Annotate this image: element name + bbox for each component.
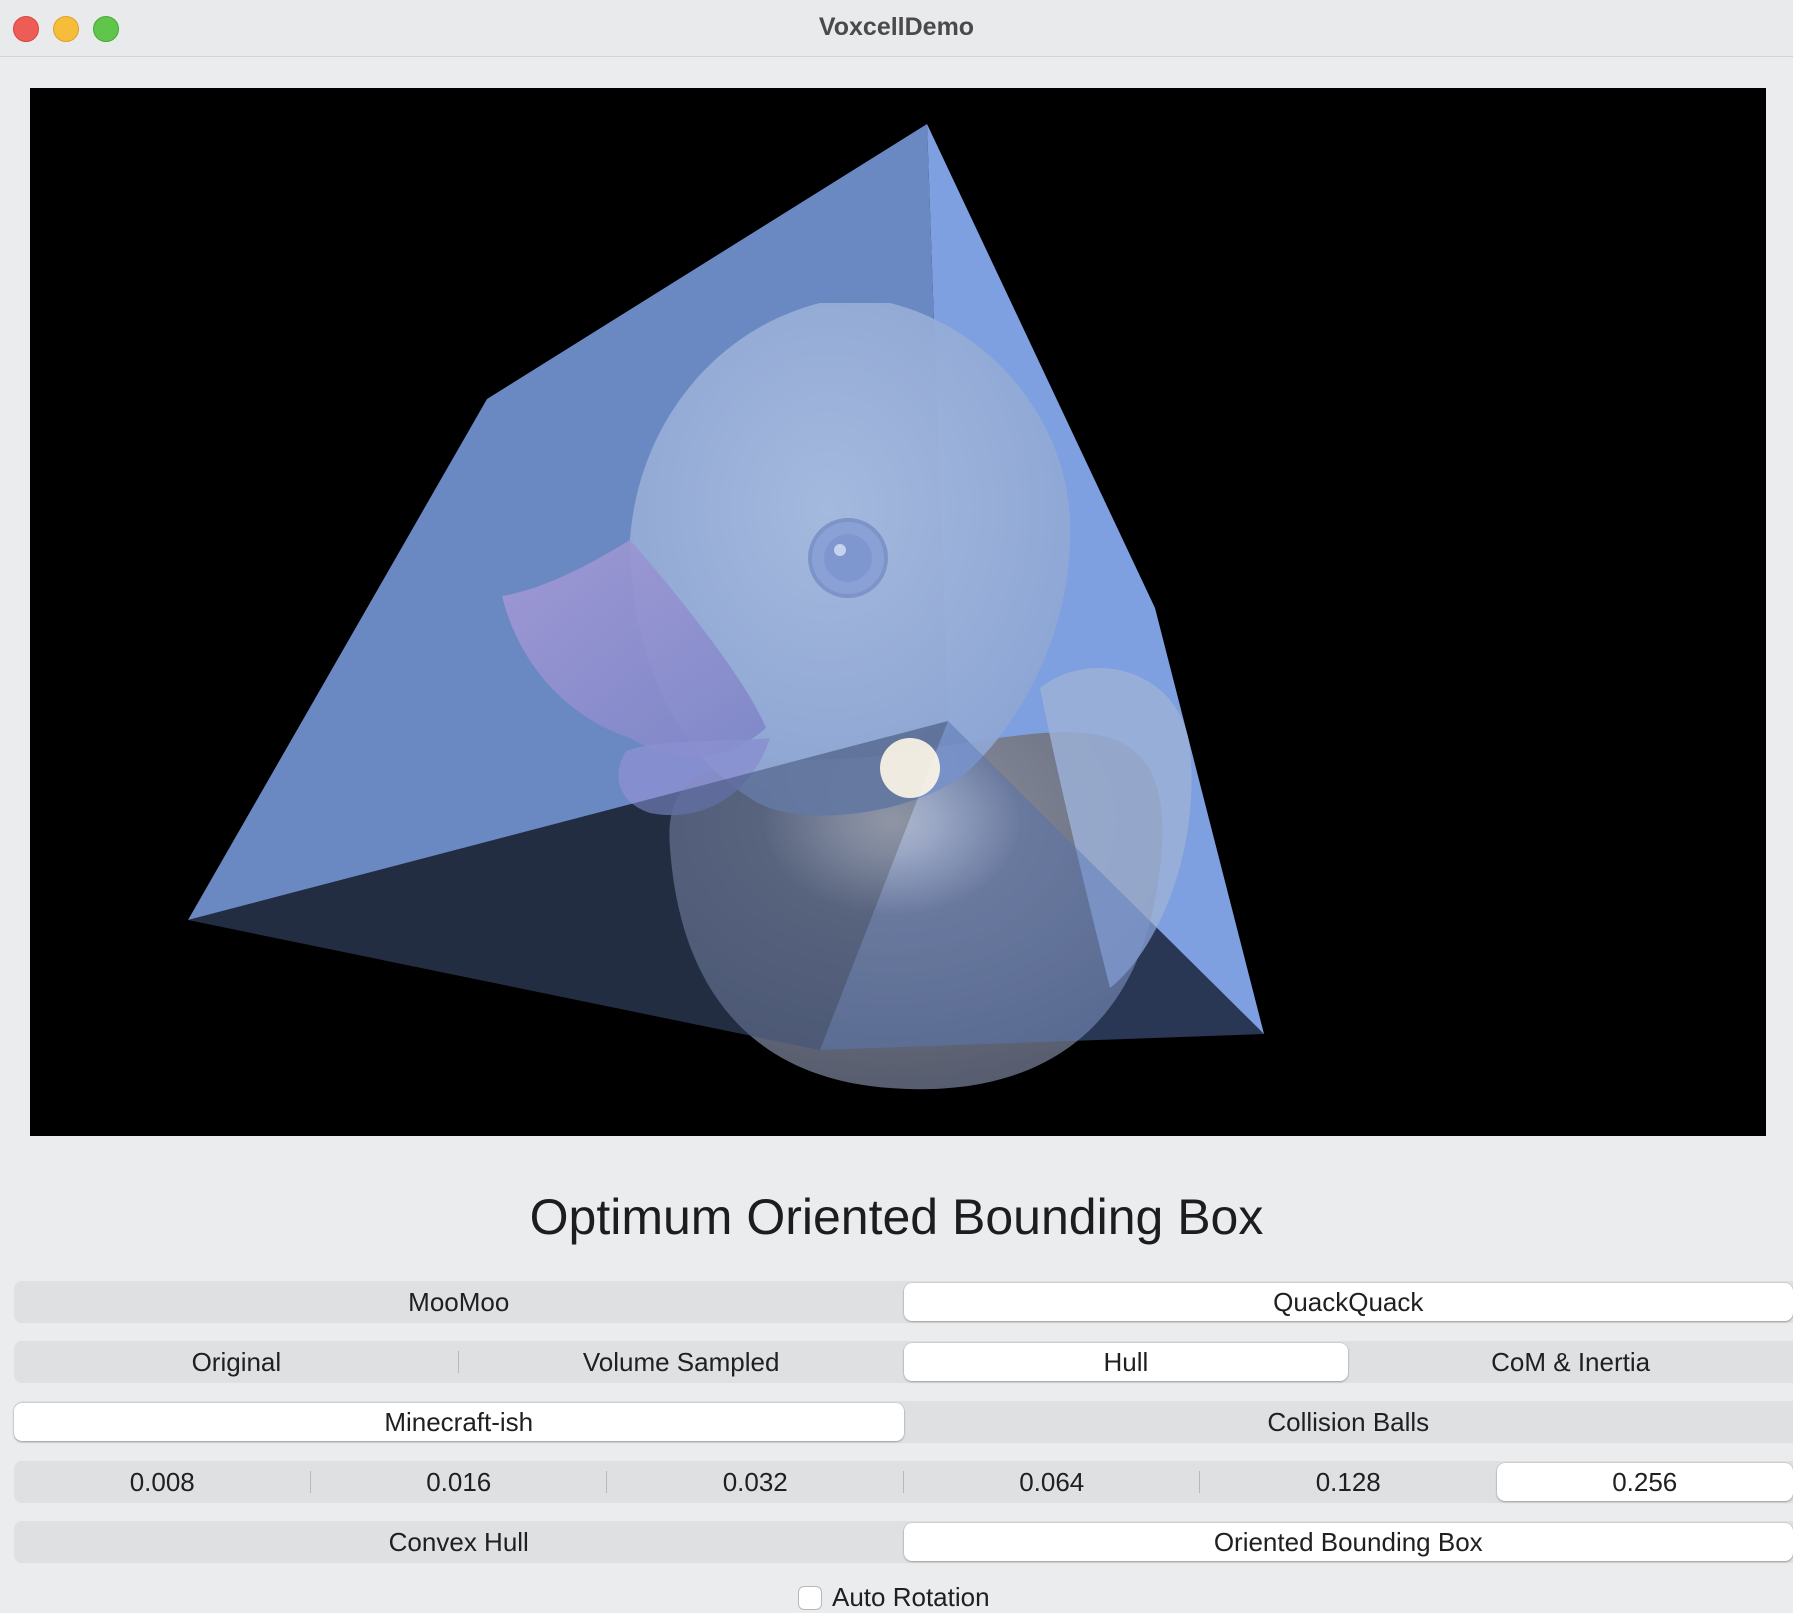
specular-highlight [880,738,940,798]
segment-0-008[interactable]: 0.008 [14,1461,311,1503]
window-title: VoxcellDemo [818,13,975,41]
voxel-size-selector: 0.008 0.016 0.032 0.064 0.128 0.256 [14,1461,1793,1503]
hull-type-selector: Convex Hull Oriented Bounding Box [14,1521,1793,1563]
segment-original[interactable]: Original [14,1341,459,1383]
segment-0-064[interactable]: 0.064 [904,1461,1201,1503]
title-bar: VoxcellDemo [0,0,1793,57]
mode-selector: Original Volume Sampled Hull CoM & Inert… [14,1341,1793,1383]
segment-com-inertia[interactable]: CoM & Inertia [1348,1341,1793,1383]
3d-viewport[interactable] [30,88,1766,1136]
render-style-selector: Minecraft-ish Collision Balls [14,1401,1793,1443]
segment-moomoo[interactable]: MooMoo [14,1281,904,1323]
auto-rotation-label[interactable]: Auto Rotation [832,1582,990,1613]
segment-hull[interactable]: Hull [903,1343,1349,1381]
model-selector: MooMoo QuackQuack [14,1281,1793,1323]
segment-0-032[interactable]: 0.032 [607,1461,904,1503]
page-title: Optimum Oriented Bounding Box [529,1189,1264,1245]
segment-convex-hull[interactable]: Convex Hull [14,1521,904,1563]
segment-collision-balls[interactable]: Collision Balls [904,1401,1793,1443]
segment-0-016[interactable]: 0.016 [311,1461,608,1503]
auto-rotation-checkbox[interactable] [798,1585,822,1610]
segment-quackquack[interactable]: QuackQuack [903,1283,1793,1321]
segment-0-256[interactable]: 0.256 [1496,1463,1793,1501]
segment-0-128[interactable]: 0.128 [1200,1461,1497,1503]
auto-rotation-control[interactable]: Auto Rotation [798,1582,990,1613]
segment-volume-sampled[interactable]: Volume Sampled [459,1341,904,1383]
segment-oriented-bounding-box[interactable]: Oriented Bounding Box [903,1523,1793,1561]
scene-render [188,124,1264,1090]
segment-minecraft-ish[interactable]: Minecraft-ish [14,1403,904,1441]
